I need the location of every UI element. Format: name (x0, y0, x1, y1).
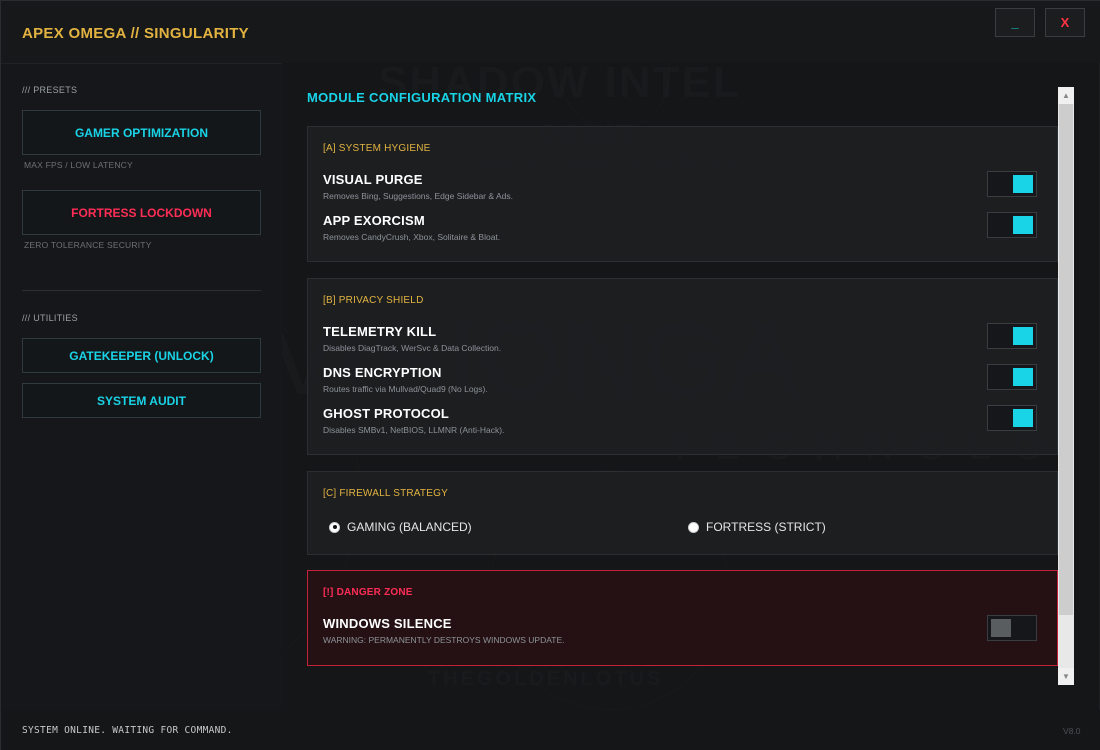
scroll-thumb[interactable] (1059, 104, 1073, 615)
app-title: APEX OMEGA // SINGULARITY (22, 25, 249, 42)
sidebar: /// PRESETS GAMER OPTIMIZATION MAX FPS /… (1, 63, 282, 710)
firewall-strategy-panel: [C] FIREWALL STRATEGY GAMING (BALANCED) … (307, 471, 1058, 555)
gamer-optimization-button[interactable]: GAMER OPTIMIZATION (22, 110, 261, 155)
main-content: MODULE CONFIGURATION MATRIX [A] SYSTEM H… (282, 63, 1100, 710)
gamer-optimization-subtitle: MAX FPS / LOW LATENCY (24, 160, 133, 170)
radio-gaming-balanced[interactable]: GAMING (BALANCED) (329, 520, 472, 534)
radio-label: FORTRESS (STRICT) (706, 520, 826, 534)
scroll-up-arrow-icon[interactable]: ▲ (1058, 87, 1074, 104)
vertical-scrollbar[interactable]: ▲ ▼ (1058, 87, 1074, 685)
title-bar[interactable]: APEX OMEGA // SINGULARITY _ X (1, 1, 1100, 63)
system-hygiene-header: [A] SYSTEM HYGIENE (323, 143, 431, 154)
radio-fortress-strict[interactable]: FORTRESS (STRICT) (688, 520, 826, 534)
system-audit-button[interactable]: SYSTEM AUDIT (22, 383, 261, 418)
visual-purge-title: VISUAL PURGE (323, 172, 423, 187)
visual-purge-toggle[interactable] (987, 171, 1037, 197)
sidebar-divider (22, 290, 261, 291)
ghost-protocol-description: Disables SMBv1, NetBIOS, LLMNR (Anti-Hac… (323, 425, 505, 435)
radio-unchecked-icon (688, 521, 699, 533)
ghost-protocol-toggle[interactable] (987, 405, 1037, 431)
utilities-section-label: /// UTILITIES (22, 313, 78, 323)
toggle-knob (1013, 368, 1033, 386)
status-text: SYSTEM ONLINE. WAITING FOR COMMAND. (22, 725, 233, 736)
privacy-shield-header: [B] PRIVACY SHIELD (323, 295, 424, 306)
fortress-lockdown-button[interactable]: FORTRESS LOCKDOWN (22, 190, 261, 235)
toggle-knob (1013, 175, 1033, 193)
privacy-shield-panel: [B] PRIVACY SHIELD TELEMETRY KILL Disabl… (307, 278, 1058, 455)
visual-purge-description: Removes Bing, Suggestions, Edge Sidebar … (323, 191, 513, 201)
toggle-knob (991, 619, 1011, 637)
dns-encryption-toggle[interactable] (987, 364, 1037, 390)
danger-zone-header: [!] DANGER ZONE (323, 587, 413, 598)
page-title: MODULE CONFIGURATION MATRIX (307, 90, 537, 105)
gatekeeper-unlock-button[interactable]: GATEKEEPER (UNLOCK) (22, 338, 261, 373)
toggle-knob (1013, 409, 1033, 427)
danger-zone-panel: [!] DANGER ZONE WINDOWS SILENCE WARNING:… (307, 570, 1058, 666)
app-window: APEX OMEGA // SINGULARITY _ X /// PRESET… (0, 0, 1100, 750)
windows-silence-title: WINDOWS SILENCE (323, 616, 452, 631)
app-exorcism-toggle[interactable] (987, 212, 1037, 238)
toggle-knob (1013, 327, 1033, 345)
toggle-knob (1013, 216, 1033, 234)
system-hygiene-panel: [A] SYSTEM HYGIENE VISUAL PURGE Removes … (307, 126, 1058, 262)
firewall-strategy-header: [C] FIREWALL STRATEGY (323, 488, 448, 499)
telemetry-kill-toggle[interactable] (987, 323, 1037, 349)
radio-checked-icon (329, 521, 340, 533)
windows-silence-toggle[interactable] (987, 615, 1037, 641)
dns-encryption-title: DNS ENCRYPTION (323, 365, 442, 380)
fortress-lockdown-subtitle: ZERO TOLERANCE SECURITY (24, 240, 152, 250)
app-exorcism-description: Removes CandyCrush, Xbox, Solitaire & Bl… (323, 232, 501, 242)
close-button[interactable]: X (1045, 8, 1085, 37)
status-bar: SYSTEM ONLINE. WAITING FOR COMMAND. V8.0 (1, 710, 1100, 750)
telemetry-kill-description: Disables DiagTrack, WerSvc & Data Collec… (323, 343, 502, 353)
scroll-down-arrow-icon[interactable]: ▼ (1058, 668, 1074, 685)
telemetry-kill-title: TELEMETRY KILL (323, 324, 437, 339)
ghost-protocol-title: GHOST PROTOCOL (323, 406, 450, 421)
dns-encryption-description: Routes traffic via Mullvad/Quad9 (No Log… (323, 384, 488, 394)
windows-silence-description: WARNING: PERMANENTLY DESTROYS WINDOWS UP… (323, 635, 565, 645)
presets-section-label: /// PRESETS (22, 85, 78, 95)
radio-label: GAMING (BALANCED) (347, 520, 472, 534)
version-label: V8.0 (1063, 726, 1081, 736)
minimize-button[interactable]: _ (995, 8, 1035, 37)
app-exorcism-title: APP EXORCISM (323, 213, 425, 228)
